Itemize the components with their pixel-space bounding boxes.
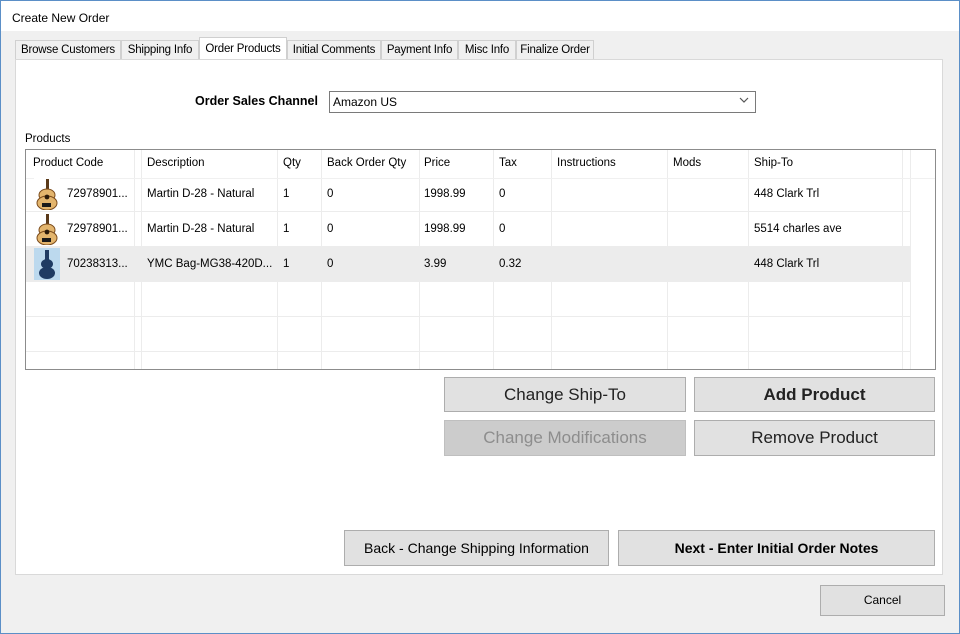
next-button[interactable]: Next - Enter Initial Order Notes (618, 530, 935, 566)
gig-bag-icon (34, 248, 60, 280)
tab-finalize-order[interactable]: Finalize Order (516, 40, 594, 59)
table-row[interactable]: 72978901... Martin D-28 - Natural 1 0 19… (26, 212, 910, 247)
cell-back-order-qty: 0 (327, 258, 334, 270)
cell-description: YMC Bag-MG38-420D... (147, 258, 273, 270)
cell-description: Martin D-28 - Natural (147, 188, 255, 200)
back-button[interactable]: Back - Change Shipping Information (344, 530, 609, 566)
tab-misc-info[interactable]: Misc Info (458, 40, 516, 59)
cell-description: Martin D-28 - Natural (147, 223, 255, 235)
cell-product-code: 70238313... (67, 258, 128, 270)
cell-ship-to: 448 Clark Trl (754, 258, 820, 270)
cell-price: 1998.99 (424, 188, 466, 200)
products-grid[interactable]: Product Code Description Qty Back Order … (25, 149, 936, 370)
products-label: Products (25, 133, 71, 145)
cell-price: 3.99 (424, 258, 447, 270)
cell-price: 1998.99 (424, 223, 466, 235)
empty-row (26, 282, 910, 317)
cell-tax: 0 (499, 223, 506, 235)
window-title: Create New Order (12, 11, 110, 25)
cell-back-order-qty: 0 (327, 223, 334, 235)
cell-qty: 1 (283, 258, 290, 270)
col-qty[interactable]: Qty (283, 157, 301, 169)
change-modifications-button[interactable]: Change Modifications (444, 420, 686, 456)
cell-ship-to: 5514 charles ave (754, 223, 842, 235)
tab-shipping-info[interactable]: Shipping Info (121, 40, 199, 59)
tab-initial-comments[interactable]: Initial Comments (287, 40, 381, 59)
col-instructions[interactable]: Instructions (557, 157, 616, 169)
cell-product-code: 72978901... (67, 188, 128, 200)
table-row[interactable]: 72978901... Martin D-28 - Natural 1 0 19… (26, 177, 910, 212)
col-tax[interactable]: Tax (499, 157, 517, 169)
cancel-button[interactable]: Cancel (820, 585, 945, 616)
cell-qty: 1 (283, 223, 290, 235)
sales-channel-value: Amazon US (333, 95, 398, 109)
col-mods[interactable]: Mods (673, 157, 701, 169)
cell-product-code: 72978901... (67, 223, 128, 235)
cell-tax: 0.32 (499, 258, 522, 270)
col-back-order-qty[interactable]: Back Order Qty (327, 157, 406, 169)
sales-channel-label: Order Sales Channel (195, 94, 318, 108)
cell-tax: 0 (499, 188, 506, 200)
cell-ship-to: 448 Clark Trl (754, 188, 820, 200)
col-product-code[interactable]: Product Code (33, 157, 103, 169)
sales-channel-select[interactable]: Amazon US (329, 91, 756, 113)
chevron-down-icon (739, 96, 749, 107)
cell-qty: 1 (283, 188, 290, 200)
guitar-icon (34, 178, 60, 211)
guitar-icon (34, 213, 60, 246)
col-ship-to[interactable]: Ship-To (754, 157, 793, 169)
title-bar: Create New Order (1, 1, 959, 31)
col-description[interactable]: Description (147, 157, 205, 169)
table-row-selected[interactable]: 70238313... YMC Bag-MG38-420D... 1 0 3.9… (26, 247, 910, 282)
empty-row (26, 317, 910, 352)
change-ship-to-button[interactable]: Change Ship-To (444, 377, 686, 412)
add-product-button[interactable]: Add Product (694, 377, 935, 412)
col-price[interactable]: Price (424, 157, 450, 169)
tab-order-products[interactable]: Order Products (199, 37, 287, 59)
tab-browse-customers[interactable]: Browse Customers (15, 40, 121, 59)
cell-back-order-qty: 0 (327, 188, 334, 200)
tab-payment-info[interactable]: Payment Info (381, 40, 458, 59)
remove-product-button[interactable]: Remove Product (694, 420, 935, 456)
grid-header: Product Code Description Qty Back Order … (26, 150, 935, 179)
